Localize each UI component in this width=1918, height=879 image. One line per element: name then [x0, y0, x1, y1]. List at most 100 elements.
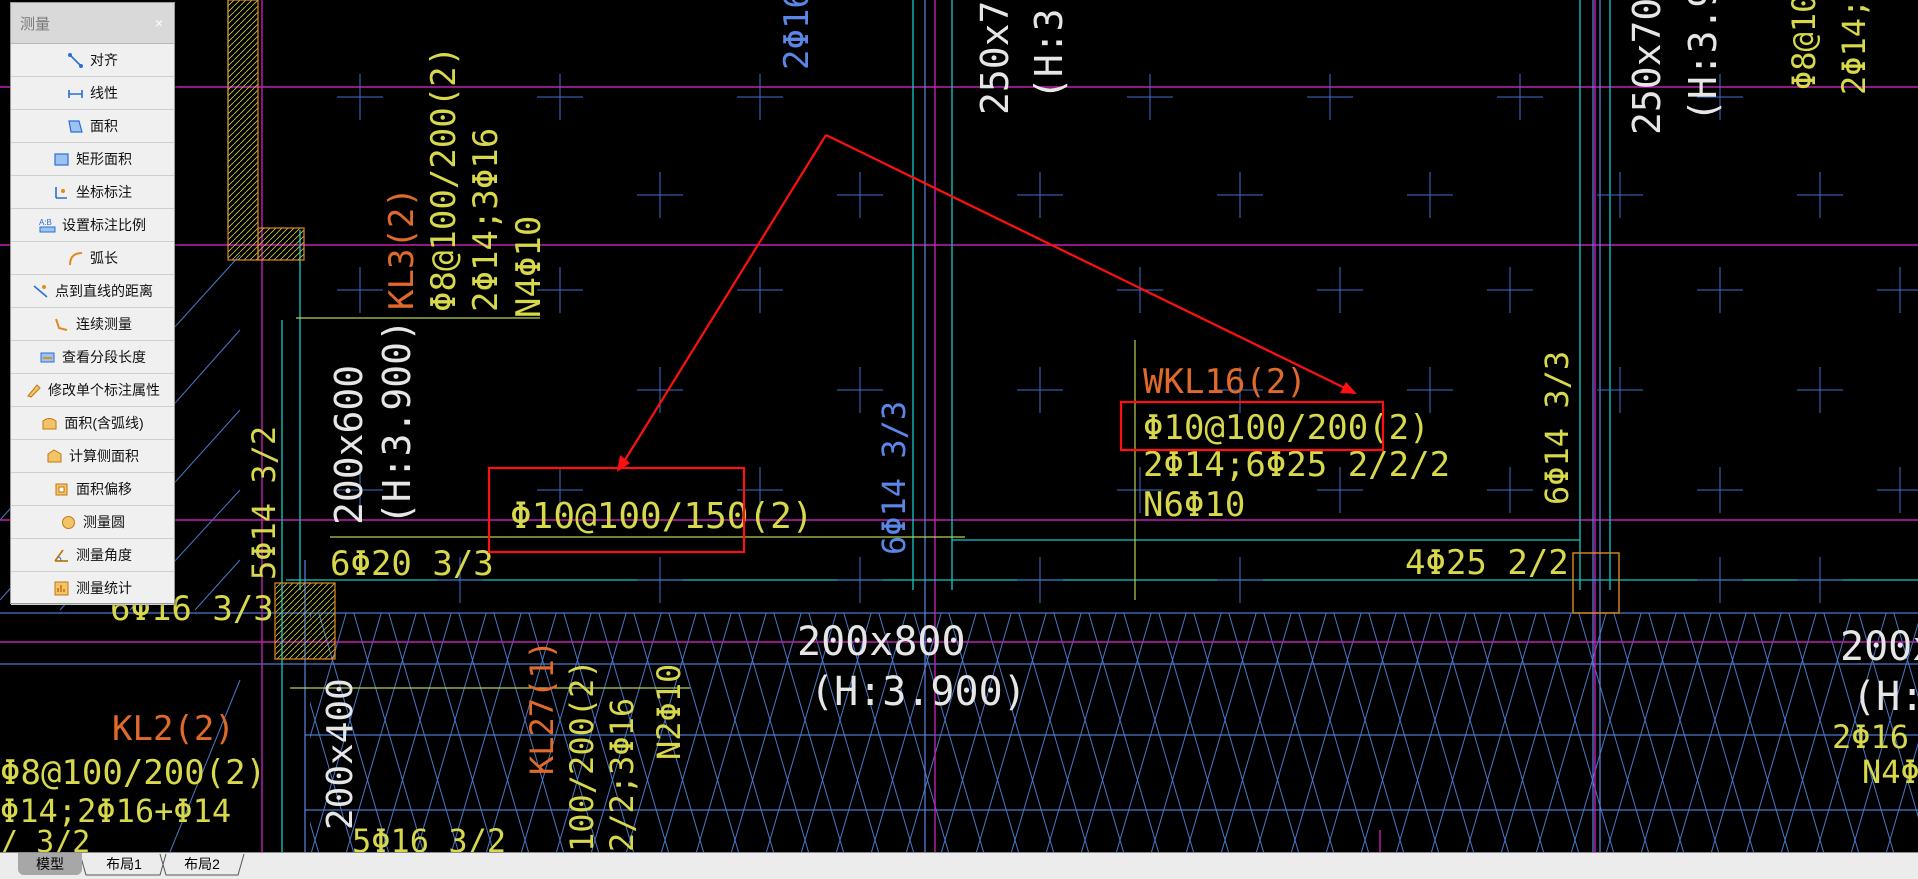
grid-cross — [1317, 267, 1363, 313]
tool-item-label: 测量统计 — [76, 580, 132, 596]
grid-cross — [1127, 74, 1173, 120]
tool-item-edit-annotation[interactable]: 修改单个标注属性 — [11, 374, 174, 407]
grid-cross — [637, 557, 683, 603]
grid-cross — [1017, 557, 1063, 603]
tool-item-area[interactable]: 面积 — [11, 110, 174, 143]
tool-item-label: 矩形面积 — [76, 151, 132, 167]
tool-item-segment-length[interactable]: 查看分段长度 — [11, 341, 174, 374]
tool-item-side-area[interactable]: 计算侧面积 — [11, 440, 174, 473]
tool-item-label: 查看分段长度 — [62, 349, 146, 365]
grid-cross — [1797, 367, 1843, 413]
label-section-200x800: 200x800 — [797, 619, 966, 665]
tool-item-measure-stats[interactable]: 测量统计 — [11, 572, 174, 605]
tab-layout1[interactable]: 布局1 — [88, 853, 160, 875]
label-4phi25: 4Φ25 2/2 — [1405, 543, 1569, 583]
label-height-a: (H:3.9 — [1027, 0, 1071, 100]
measure-panel[interactable]: 测量 × 对齐线性面积矩形面积坐标标注 A:B 设置标注比例弧长点到直线的距离 连续测… — [10, 2, 175, 605]
tab-model[interactable]: 模型 — [18, 853, 82, 875]
close-icon[interactable]: × — [148, 12, 170, 34]
label-kl3-stirrup: Φ8@100/200(2) — [424, 46, 464, 312]
grid-cross — [1697, 267, 1743, 313]
tool-item-linear[interactable]: 线性 — [11, 77, 174, 110]
arrow-to-right-box — [825, 134, 1354, 393]
area-offset-icon — [55, 483, 68, 495]
area-arc-icon — [42, 417, 57, 429]
grid-cross — [1797, 557, 1843, 603]
grid-cross — [1797, 172, 1843, 218]
tool-item-continuous-measure[interactable]: 连续测量 — [11, 308, 174, 341]
tool-item-area-offset[interactable]: 面积偏移 — [11, 473, 174, 506]
tool-item-area-arc[interactable]: 面积(含弧线) — [11, 407, 174, 440]
grid-cross — [637, 367, 683, 413]
tool-item-coordinate[interactable]: 坐标标注 — [11, 176, 174, 209]
tool-item-label: 测量圆 — [83, 514, 125, 530]
point-line-distance-icon — [33, 284, 48, 298]
tool-item-scale[interactable]: A:B 设置标注比例 — [11, 209, 174, 242]
tool-item-label: 连续测量 — [76, 316, 132, 332]
label-kl2-stirrup: Φ8@100/200(2) — [0, 753, 266, 793]
label-wkl16-n6: N6Φ10 — [1143, 485, 1245, 525]
grid-cross — [537, 74, 583, 120]
label-right-2phi16: 2Φ16 — [1832, 718, 1909, 756]
grid-cross — [1877, 267, 1918, 313]
label-5phi14: 5Φ14 3/2 — [245, 426, 283, 580]
tool-item-point-line-distance[interactable]: 点到直线的距离 — [11, 275, 174, 308]
grid-cross — [837, 172, 883, 218]
label-section-200x600: 200x600 — [327, 365, 371, 525]
wall-return — [257, 227, 305, 261]
area-icon — [68, 119, 83, 133]
grid-cross — [1117, 267, 1163, 313]
cad-drawing-canvas[interactable]: 2Φ16 250x700 (H:3.9 250x700 (H:3.90 Φ8@1… — [0, 0, 1918, 852]
label-height-200x800: (H:3.900) — [810, 669, 1027, 715]
tool-list: 对齐线性面积矩形面积坐标标注 A:B 设置标注比例弧长点到直线的距离 连续测量查看分段… — [11, 44, 174, 605]
tool-item-label: 对齐 — [90, 52, 118, 68]
red-annotations — [487, 134, 1385, 554]
tool-item-label: 修改单个标注属性 — [48, 382, 160, 398]
label-6phi20: 6Φ20 3/3 — [330, 544, 494, 584]
grid-cross — [737, 267, 783, 313]
grid-cross — [837, 557, 883, 603]
label-kl27-stirrup: 100/200(2) — [563, 659, 601, 852]
measure-angle-icon — [54, 548, 68, 562]
segment-length-icon — [40, 352, 55, 362]
label-height-b: (H:3.90 — [1681, 0, 1725, 122]
grid-cross — [1407, 172, 1453, 218]
svg-text:A:B: A:B — [39, 218, 52, 227]
tool-item-label: 坐标标注 — [76, 184, 132, 200]
grid-cross — [337, 74, 383, 120]
label-kl3-n4: N4Φ10 — [509, 216, 549, 318]
tool-item-label: 线性 — [90, 85, 118, 101]
continuous-measure-icon — [55, 318, 68, 331]
grid-cross — [337, 267, 383, 313]
tool-item-measure-circle[interactable]: 测量圆 — [11, 506, 174, 539]
label-kl27-n2: N2Φ10 — [650, 664, 688, 760]
label-6phi14-b: 6Φ14 3/3 — [1538, 351, 1576, 505]
tool-item-label: 计算侧面积 — [69, 448, 139, 464]
tool-item-label: 测量角度 — [76, 547, 132, 563]
grid-cross — [1217, 557, 1263, 603]
tab-layout2[interactable]: 布局2 — [166, 853, 238, 875]
panel-titlebar[interactable]: 测量 × — [11, 3, 174, 44]
tool-item-align[interactable]: 对齐 — [11, 44, 174, 77]
label-kl27-bars: 2/2;3Φ16 — [603, 698, 641, 852]
grid-cross — [1697, 557, 1743, 603]
arc-length-icon — [69, 251, 83, 265]
grid-cross — [1407, 367, 1453, 413]
label-section-right: 200x — [1840, 624, 1918, 670]
measure-circle-icon — [62, 515, 75, 529]
label-right-n4: N4Φ — [1862, 753, 1918, 791]
grid-cross — [1017, 172, 1063, 218]
grid-cross — [1217, 172, 1263, 218]
label-5phi16: 5Φ16 3/2 — [352, 822, 506, 852]
drawing-svg: 2Φ16 250x700 (H:3.9 250x700 (H:3.90 Φ8@1… — [0, 0, 1918, 852]
tool-item-rect-area[interactable]: 矩形面积 — [11, 143, 174, 176]
label-6phi14-a: 6Φ14 3/3 — [875, 401, 913, 555]
label-section-200x400: 200x400 — [320, 678, 361, 830]
tool-item-measure-angle[interactable]: 测量角度 — [11, 539, 174, 572]
label-right-2phi14: 2Φ14;8 — [1835, 0, 1873, 95]
tool-item-label: 面积偏移 — [76, 481, 132, 497]
tool-item-arc-length[interactable]: 弧长 — [11, 242, 174, 275]
label-section-250x700: 250x700 — [973, 0, 1017, 115]
tool-item-label: 弧长 — [90, 250, 118, 266]
tool-item-label: 点到直线的距离 — [55, 283, 153, 299]
